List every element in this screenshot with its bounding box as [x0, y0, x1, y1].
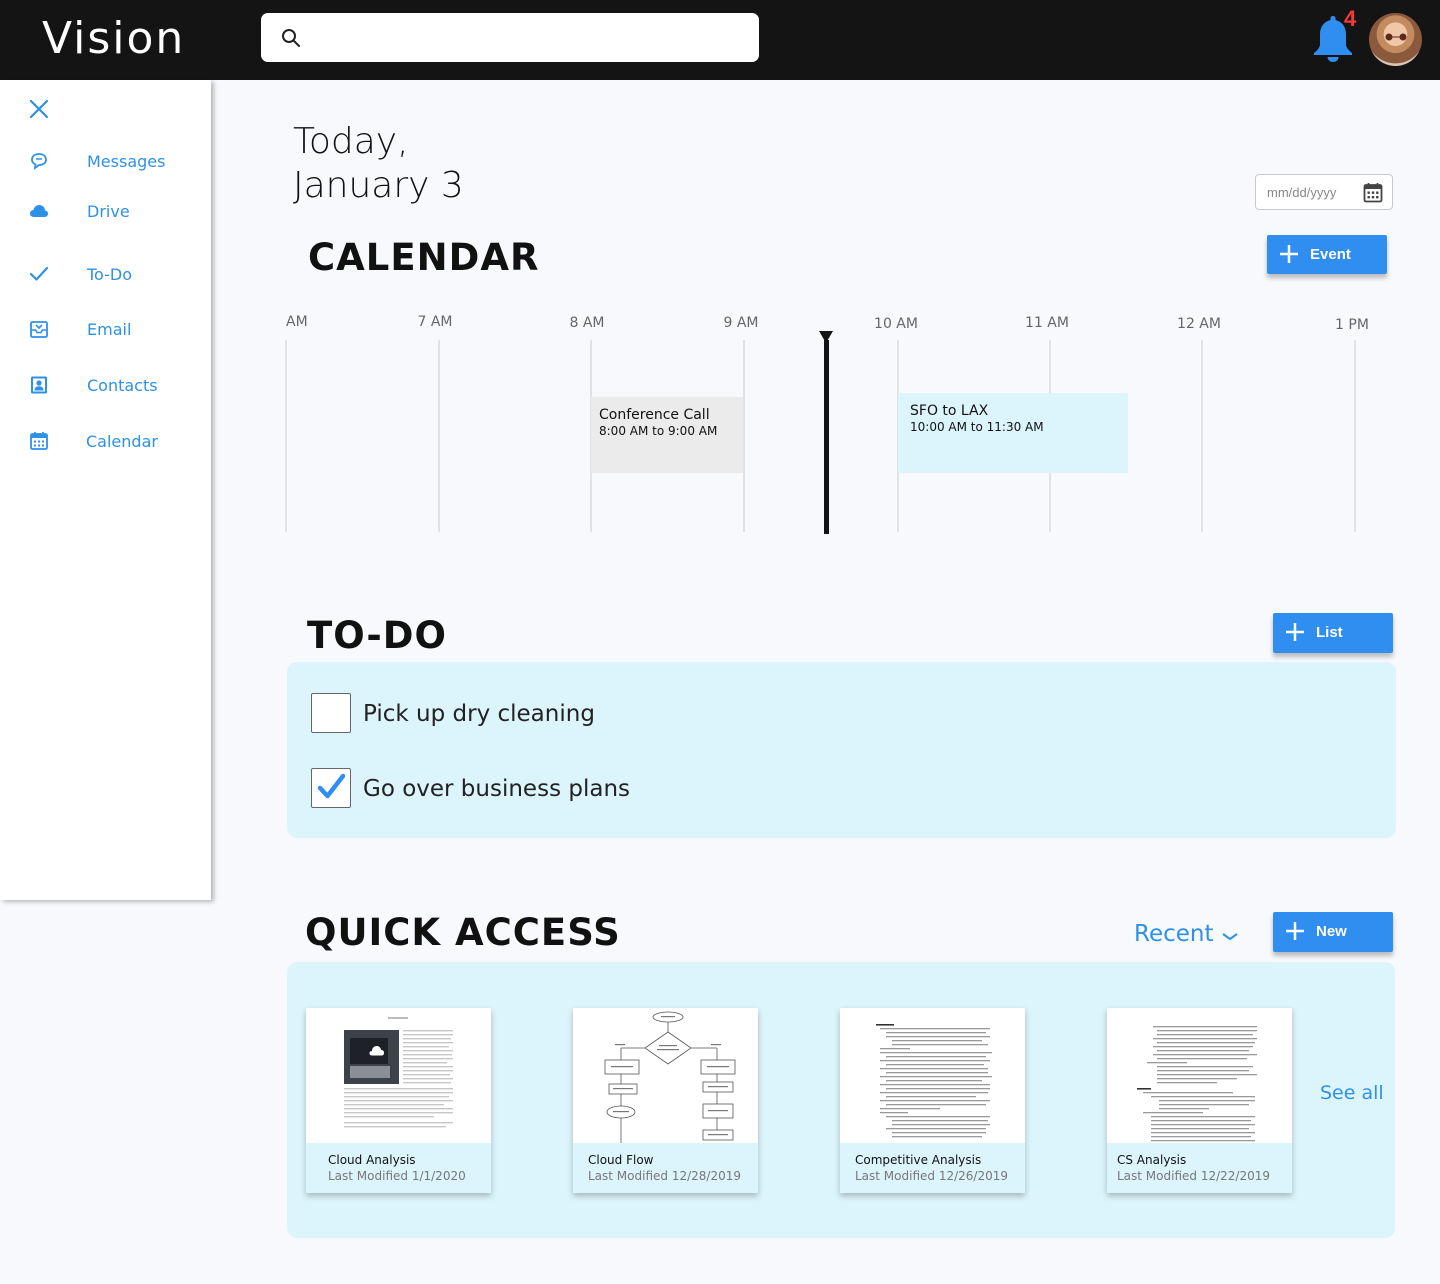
event-title: SFO to LAX [910, 403, 989, 419]
hour-gridline [285, 340, 287, 532]
sidebar-item-label: Messages [87, 152, 166, 171]
file-name: Competitive Analysis [855, 1153, 982, 1167]
file-name: CS Analysis [1117, 1153, 1187, 1167]
sidebar-item-label: Calendar [86, 432, 158, 451]
sidebar-item-contacts[interactable]: Contacts [0, 368, 211, 404]
sidebar-item-label: To-Do [87, 265, 133, 284]
file-card-cloud-flow[interactable]: Cloud Flow Last Modified 12/28/2019 [573, 1008, 758, 1193]
todo-item[interactable]: Pick up dry cleaning [311, 693, 911, 733]
notification-count-badge: 4 [1344, 6, 1357, 31]
file-card-meta: CS Analysis Last Modified 12/22/2019 [1107, 1143, 1292, 1193]
search-bar[interactable] [261, 13, 759, 62]
sidebar-item-email[interactable]: Email [0, 312, 211, 348]
todo-list-panel: Pick up dry cleaning Go over business pl… [287, 662, 1396, 838]
add-new-label: New [1316, 923, 1347, 940]
sidebar-item-todo[interactable]: To-Do [0, 257, 211, 293]
flowchart-thumbnail [573, 1008, 758, 1143]
sidebar-item-messages[interactable]: Messages [0, 144, 211, 180]
checkmark-icon [317, 773, 346, 799]
todo-checkbox-unchecked[interactable] [311, 693, 351, 733]
plus-icon [1286, 922, 1304, 940]
event-title: Conference Call [599, 407, 710, 423]
file-card-meta: Cloud Analysis Last Modified 1/1/2020 [306, 1143, 491, 1193]
contact-card-icon [31, 376, 47, 394]
search-input[interactable] [311, 21, 741, 54]
sort-dropdown[interactable]: Recent [1134, 921, 1238, 947]
calendar-section-title: CALENDAR [308, 236, 540, 279]
app-logo[interactable]: Vision [42, 12, 185, 66]
file-modified-date: Last Modified 12/28/2019 [588, 1169, 741, 1183]
add-event-button[interactable]: Event [1267, 235, 1387, 274]
add-list-label: List [1316, 624, 1343, 641]
search-icon [282, 29, 300, 47]
date-picker-field[interactable]: mm/dd/yyyy [1255, 174, 1393, 210]
todo-checkbox-checked[interactable] [311, 768, 351, 808]
sidebar-item-drive[interactable]: Drive [0, 194, 211, 230]
hour-label: 9 AM [723, 315, 759, 331]
hour-gridline [438, 340, 440, 532]
calendar-event-conference-call[interactable]: Conference Call 8:00 AM to 9:00 AM [591, 397, 743, 473]
calendar-icon[interactable] [1363, 182, 1383, 203]
hour-label: 12 AM [1177, 316, 1221, 332]
file-modified-date: Last Modified 12/26/2019 [855, 1169, 1008, 1183]
file-card-meta: Competitive Analysis Last Modified 12/26… [840, 1143, 1025, 1193]
file-name: Cloud Analysis [328, 1153, 416, 1167]
checkmark-icon [29, 266, 49, 281]
todo-item-text: Go over business plans [363, 776, 631, 802]
hour-gridline [1354, 340, 1356, 532]
add-new-button[interactable]: New [1273, 912, 1393, 952]
event-time: 10:00 AM to 11:30 AM [910, 420, 1044, 434]
sidebar-item-label: Drive [87, 202, 130, 221]
top-bar: Vision 4 [0, 0, 1440, 80]
cloud-icon [30, 205, 48, 217]
file-card-cs-analysis[interactable]: CS Analysis Last Modified 12/22/2019 [1107, 1008, 1292, 1193]
hour-label: 7 AM [417, 314, 453, 330]
today-label: Today, [293, 121, 409, 162]
sidebar-item-label: Contacts [87, 376, 158, 395]
file-card-competitive-analysis[interactable]: Competitive Analysis Last Modified 12/26… [840, 1008, 1025, 1193]
file-modified-date: Last Modified 12/22/2019 [1117, 1169, 1270, 1183]
plus-icon [1280, 245, 1298, 263]
current-time-indicator[interactable] [824, 340, 829, 534]
sort-dropdown-label: Recent [1134, 921, 1214, 947]
document-thumbnail [1107, 1008, 1292, 1143]
calendar-event-sfo-to-lax[interactable]: SFO to LAX 10:00 AM to 11:30 AM [898, 393, 1128, 473]
sidebar-item-label: Email [87, 320, 132, 339]
quick-access-section-title: QUICK ACCESS [305, 911, 621, 954]
sidebar-item-calendar[interactable]: Calendar [0, 424, 211, 460]
hour-gridline [743, 340, 745, 532]
sidebar: Messages Drive To-Do Email Contacts Cale… [0, 80, 211, 900]
hour-label: 8 AM [569, 315, 605, 331]
chevron-down-icon [1222, 933, 1238, 941]
hour-label: 11 AM [1025, 315, 1069, 331]
file-card-meta: Cloud Flow Last Modified 12/28/2019 [573, 1143, 758, 1193]
file-card-cloud-analysis[interactable]: Cloud Analysis Last Modified 1/1/2020 [306, 1008, 491, 1193]
hour-gridline [1201, 340, 1203, 532]
plus-icon [1286, 623, 1304, 641]
close-icon[interactable] [28, 98, 50, 120]
document-thumbnail [306, 1008, 491, 1143]
hour-label: AM [286, 314, 308, 330]
document-thumbnail [840, 1008, 1025, 1143]
avatar-glasses [1385, 33, 1407, 41]
add-list-button[interactable]: List [1273, 613, 1393, 653]
see-all-link[interactable]: See all [1320, 1082, 1384, 1104]
file-name: Cloud Flow [588, 1153, 654, 1167]
date-placeholder: mm/dd/yyyy [1267, 185, 1337, 200]
today-date: January 3 [293, 165, 464, 206]
add-event-label: Event [1310, 246, 1351, 263]
hour-label: 1 PM [1335, 317, 1369, 333]
hour-label: 10 AM [874, 316, 918, 332]
page-title: Today, January 3 [293, 120, 464, 208]
inbox-icon [30, 321, 48, 338]
todo-item-text: Pick up dry cleaning [363, 701, 595, 727]
user-avatar[interactable] [1369, 13, 1422, 66]
calendar-icon [30, 432, 48, 450]
chat-bubbles-icon [31, 153, 47, 171]
file-modified-date: Last Modified 1/1/2020 [328, 1169, 466, 1183]
todo-item[interactable]: Go over business plans [311, 768, 911, 808]
todo-section-title: TO-DO [307, 614, 447, 657]
event-time: 8:00 AM to 9:00 AM [599, 424, 718, 438]
